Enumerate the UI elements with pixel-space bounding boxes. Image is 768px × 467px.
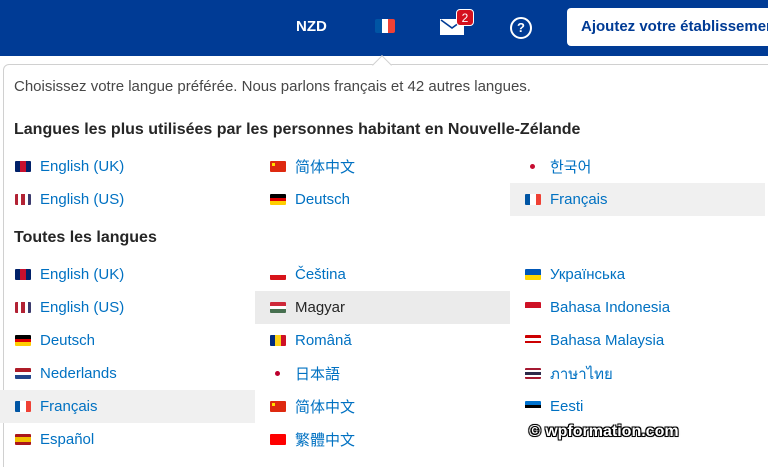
language-label: Français xyxy=(550,191,608,208)
language-label: Deutsch xyxy=(40,332,96,349)
flag-ua-icon xyxy=(525,269,541,280)
language-label: Français xyxy=(40,398,98,415)
flag-de-icon xyxy=(15,335,31,346)
flag-kr-icon xyxy=(525,161,541,172)
flag-tw-icon xyxy=(270,434,286,445)
flag-jp-icon xyxy=(270,368,286,379)
currency-selector[interactable]: NZD xyxy=(296,18,327,35)
language-label: English (US) xyxy=(40,191,125,208)
language-label: Magyar xyxy=(295,299,346,316)
language-option[interactable]: Eesti xyxy=(510,390,765,423)
language-option[interactable]: 日本語 xyxy=(255,357,510,390)
language-label: Bahasa Indonesia xyxy=(550,299,671,316)
language-option[interactable]: ภาษาไทย xyxy=(510,357,765,390)
language-label: ภาษาไทย xyxy=(550,365,613,383)
language-label: 日本語 xyxy=(295,366,341,383)
language-label: Deutsch xyxy=(295,191,351,208)
flag-de-icon xyxy=(270,194,286,205)
language-label: 繁體中文 xyxy=(295,432,356,449)
language-option[interactable]: Deutsch xyxy=(255,183,510,216)
suggested-languages-heading: Langues les plus utilisées par les perso… xyxy=(14,121,581,138)
language-label: Українська xyxy=(550,266,626,283)
flag-my-icon xyxy=(525,335,541,346)
flag-ro-icon xyxy=(270,335,286,346)
language-option[interactable]: English (US) xyxy=(0,291,255,324)
language-option[interactable]: Čeština xyxy=(255,258,510,291)
language-option[interactable]: English (US) xyxy=(0,183,255,216)
top-navigation-bar: NZD 2 ? Ajoutez votre établissement xyxy=(0,0,768,56)
language-option[interactable]: English (UK) xyxy=(0,150,255,183)
language-label: Nederlands xyxy=(40,365,117,382)
language-option[interactable]: Français xyxy=(510,183,765,216)
language-label: Eesti xyxy=(550,398,584,415)
language-label: 简体中文 xyxy=(295,159,356,176)
language-option[interactable]: 한국어 xyxy=(510,150,765,183)
help-icon[interactable]: ? xyxy=(510,17,532,39)
flag-us-icon xyxy=(15,194,31,205)
flag-uk-icon xyxy=(15,161,31,172)
language-option[interactable]: 繁體中文 xyxy=(255,423,510,456)
notification-badge: 2 xyxy=(456,9,474,26)
flag-fr-icon xyxy=(15,401,31,412)
flag-cn-icon xyxy=(270,161,286,172)
language-option[interactable]: 简体中文 xyxy=(255,390,510,423)
flag-id-icon xyxy=(525,302,541,313)
language-option[interactable]: Nederlands xyxy=(0,357,255,390)
language-label: Español xyxy=(40,431,95,448)
language-option[interactable]: Українська xyxy=(510,258,765,291)
flag-france-icon[interactable] xyxy=(375,19,395,33)
language-option[interactable]: Bahasa Malaysia xyxy=(510,324,765,357)
language-label: English (UK) xyxy=(40,266,125,283)
language-option[interactable]: Deutsch xyxy=(0,324,255,357)
language-label: 한국어 xyxy=(550,159,592,176)
language-option[interactable]: Magyar xyxy=(255,291,510,324)
flag-uk-icon xyxy=(15,269,31,280)
language-label: Bahasa Malaysia xyxy=(550,332,665,349)
language-option[interactable]: Español xyxy=(0,423,255,456)
flag-th-icon xyxy=(525,368,541,379)
language-label: 简体中文 xyxy=(295,399,356,416)
flag-fr-icon xyxy=(525,194,541,205)
all-languages-heading: Toutes les langues xyxy=(14,229,157,246)
language-option[interactable]: English (UK) xyxy=(0,258,255,291)
language-option[interactable]: Français xyxy=(0,390,255,423)
list-property-button[interactable]: Ajoutez votre établissement xyxy=(567,8,768,46)
flag-ee-icon xyxy=(525,401,541,412)
language-option[interactable]: 简体中文 xyxy=(255,150,510,183)
watermark-text: © wpformation.com xyxy=(529,423,679,440)
language-label: English (US) xyxy=(40,299,125,316)
flag-es-icon xyxy=(15,434,31,445)
language-option[interactable]: Bahasa Indonesia xyxy=(510,291,765,324)
language-intro-text: Choisissez votre langue préférée. Nous p… xyxy=(14,78,531,95)
flag-hu-icon xyxy=(270,302,286,313)
flag-nl-icon xyxy=(15,368,31,379)
flag-cz-icon xyxy=(270,269,286,280)
language-label: Čeština xyxy=(295,266,346,283)
language-option[interactable]: Română xyxy=(255,324,510,357)
flag-cn-icon xyxy=(270,401,286,412)
flag-us-icon xyxy=(15,302,31,313)
language-label: Română xyxy=(295,332,352,349)
language-label: English (UK) xyxy=(40,158,125,175)
